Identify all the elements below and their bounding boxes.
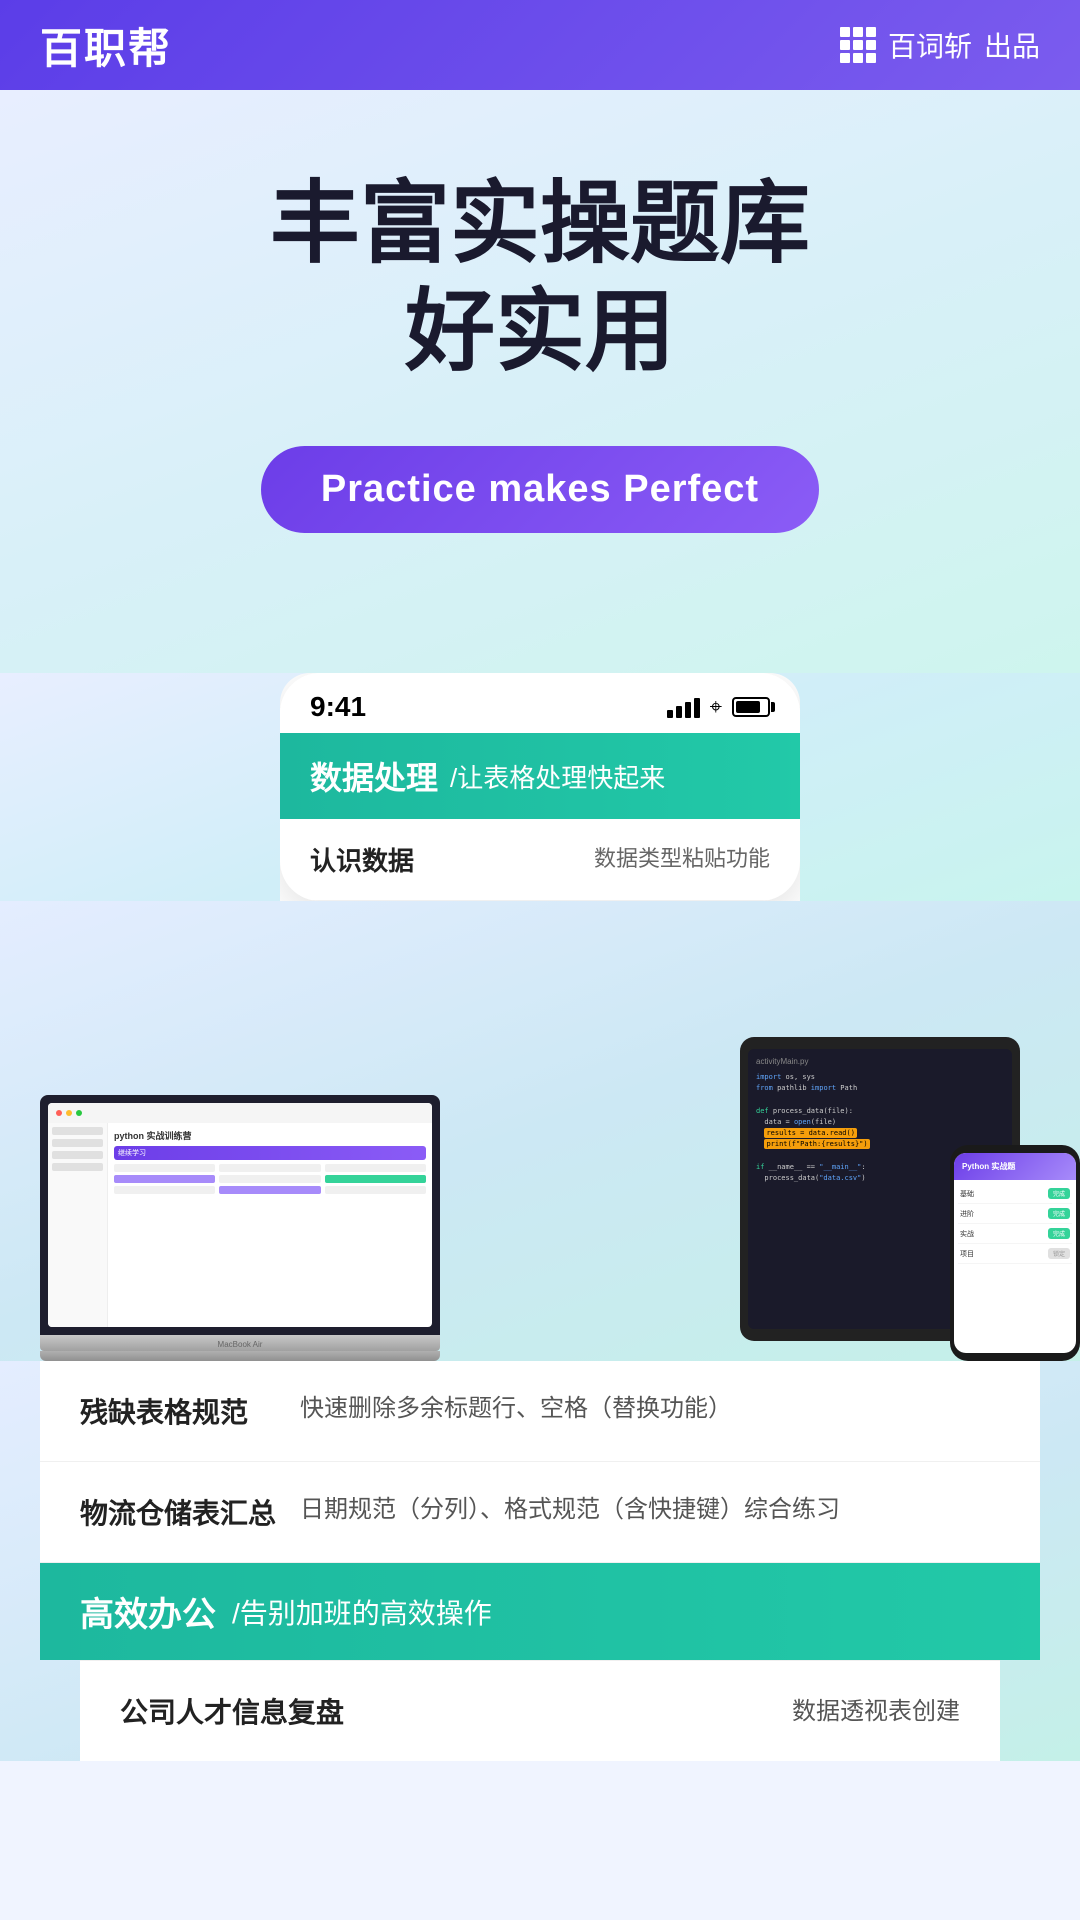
- section2-header: 高效办公 /告别加班的高效操作: [40, 1563, 1040, 1660]
- list-item-label: 认识数据: [310, 841, 414, 878]
- laptop-topbar: [48, 1103, 432, 1123]
- phone-card: 9:41 ⌖ 数据处理 /让表格处理快起: [280, 673, 800, 901]
- sp-label: 实战: [960, 1229, 974, 1239]
- last-list-item: 公司人才信息复盘 数据透视表创建: [80, 1660, 1000, 1761]
- battery-icon: [732, 697, 770, 717]
- status-bar: 9:41 ⌖: [280, 673, 800, 733]
- bottom-section: 残缺表格规范 快速删除多余标题行、空格（替换功能） 物流仓储表汇总 日期规范（分…: [0, 1361, 1080, 1761]
- bottom-list-card: 残缺表格规范 快速删除多余标题行、空格（替换功能） 物流仓储表汇总 日期规范（分…: [40, 1361, 1040, 1563]
- sp-content: 基础 完成 进阶 完成 实战 完成 项目 锁定: [954, 1180, 1076, 1268]
- hero-title-line2: 好实用: [60, 278, 1020, 386]
- tablet-header: activityMain.py: [756, 1057, 1004, 1066]
- sp-row: 进阶 完成: [958, 1204, 1072, 1224]
- item-label: 物流仓储表汇总: [80, 1492, 280, 1532]
- laptop-bar: 继续学习: [114, 1146, 426, 1160]
- hero-title: 丰富实操题库 好实用: [60, 170, 1020, 386]
- app-header: 百职帮 百词斩 出品: [0, 0, 1080, 90]
- list-item: 认识数据 数据类型粘贴功能: [310, 819, 770, 901]
- hero-badge[interactable]: Practice makes Perfect: [261, 446, 819, 533]
- sp-badge-locked: 锁定: [1048, 1248, 1070, 1259]
- laptop-mockup: python 实战训练营 继续学习: [40, 1095, 440, 1361]
- phone-content: 数据处理 /让表格处理快起来 认识数据 数据类型粘贴功能: [280, 733, 800, 901]
- laptop-sidebar: [48, 1123, 108, 1327]
- bottom-list-item-1: 残缺表格规范 快速删除多余标题行、空格（替换功能）: [40, 1361, 1040, 1462]
- laptop-bottom: [40, 1351, 440, 1361]
- laptop-content: python 实战训练营 继续学习: [48, 1123, 432, 1327]
- laptop-bar-text: 继续学习: [118, 1148, 146, 1158]
- section-sub: /让表格处理快起来: [450, 758, 665, 795]
- item-desc: 快速删除多余标题行、空格（替换功能）: [280, 1391, 1000, 1431]
- sp-badge: 完成: [1048, 1228, 1070, 1239]
- bottom-list-item-2: 物流仓储表汇总 日期规范（分列）、格式规范（含快捷键）综合练习: [40, 1462, 1040, 1563]
- app-logo: 百职帮: [40, 15, 172, 76]
- sp-label: 基础: [960, 1189, 974, 1199]
- list-item-desc: 数据类型粘贴功能: [594, 844, 770, 875]
- laptop-base: [40, 1335, 440, 1351]
- laptop-title: python 实战训练营: [114, 1129, 426, 1142]
- section2-sub: /告别加班的高效操作: [232, 1592, 492, 1632]
- sp-badge: 完成: [1048, 1208, 1070, 1219]
- item-label: 残缺表格规范: [80, 1391, 280, 1431]
- last-desc: 数据透视表创建: [792, 1691, 960, 1731]
- devices-wrapper: python 实战训练营 继续学习: [0, 901, 1080, 1361]
- signal-icon: [667, 696, 700, 718]
- sp-row: 实战 完成: [958, 1224, 1072, 1244]
- phone-mockup: 9:41 ⌖ 数据处理 /让表格处理快起: [280, 673, 800, 901]
- item-desc: 日期规范（分列）、格式规范（含快捷键）综合练习: [280, 1492, 1000, 1532]
- phone-list: 认识数据 数据类型粘贴功能: [280, 819, 800, 901]
- laptop-main: python 实战训练营 继续学习: [108, 1123, 432, 1327]
- phone-time: 9:41: [310, 691, 366, 723]
- publisher-icon: [840, 27, 876, 63]
- sp-row: 项目 锁定: [958, 1244, 1072, 1264]
- devices-section: python 实战训练营 继续学习: [0, 901, 1080, 1361]
- data-section-header: 数据处理 /让表格处理快起来: [280, 733, 800, 819]
- small-phone-mockup: Python 实战题 基础 完成 进阶 完成 实战 完成: [950, 1145, 1080, 1361]
- last-label: 公司人才信息复盘: [120, 1691, 344, 1731]
- wifi-icon: ⌖: [710, 694, 722, 720]
- sp-label: 进阶: [960, 1209, 974, 1219]
- hero-title-line1: 丰富实操题库: [60, 170, 1020, 278]
- hero-section: 丰富实操题库 好实用 Practice makes Perfect: [0, 90, 1080, 673]
- section2-tag: 高效办公: [80, 1587, 216, 1636]
- sp-label: 项目: [960, 1249, 974, 1259]
- section-tag: 数据处理: [310, 753, 438, 799]
- mockup-section: 9:41 ⌖ 数据处理 /让表格处理快起: [0, 673, 1080, 901]
- phone-status-icons: ⌖: [667, 694, 770, 720]
- sp-header: Python 实战题: [954, 1153, 1076, 1180]
- laptop-screen-inner: python 实战训练营 继续学习: [48, 1103, 432, 1327]
- header-right: 百词斩 出品: [840, 25, 1040, 65]
- laptop-screen: python 实战训练营 继续学习: [40, 1095, 440, 1335]
- publisher-name: 百词斩: [888, 25, 972, 65]
- sp-frame: Python 实战题 基础 完成 进阶 完成 实战 完成: [950, 1145, 1080, 1361]
- sp-screen: Python 实战题 基础 完成 进阶 完成 实战 完成: [954, 1153, 1076, 1353]
- publisher-suffix: 出品: [984, 25, 1040, 65]
- sp-badge: 完成: [1048, 1188, 1070, 1199]
- sp-row: 基础 完成: [958, 1184, 1072, 1204]
